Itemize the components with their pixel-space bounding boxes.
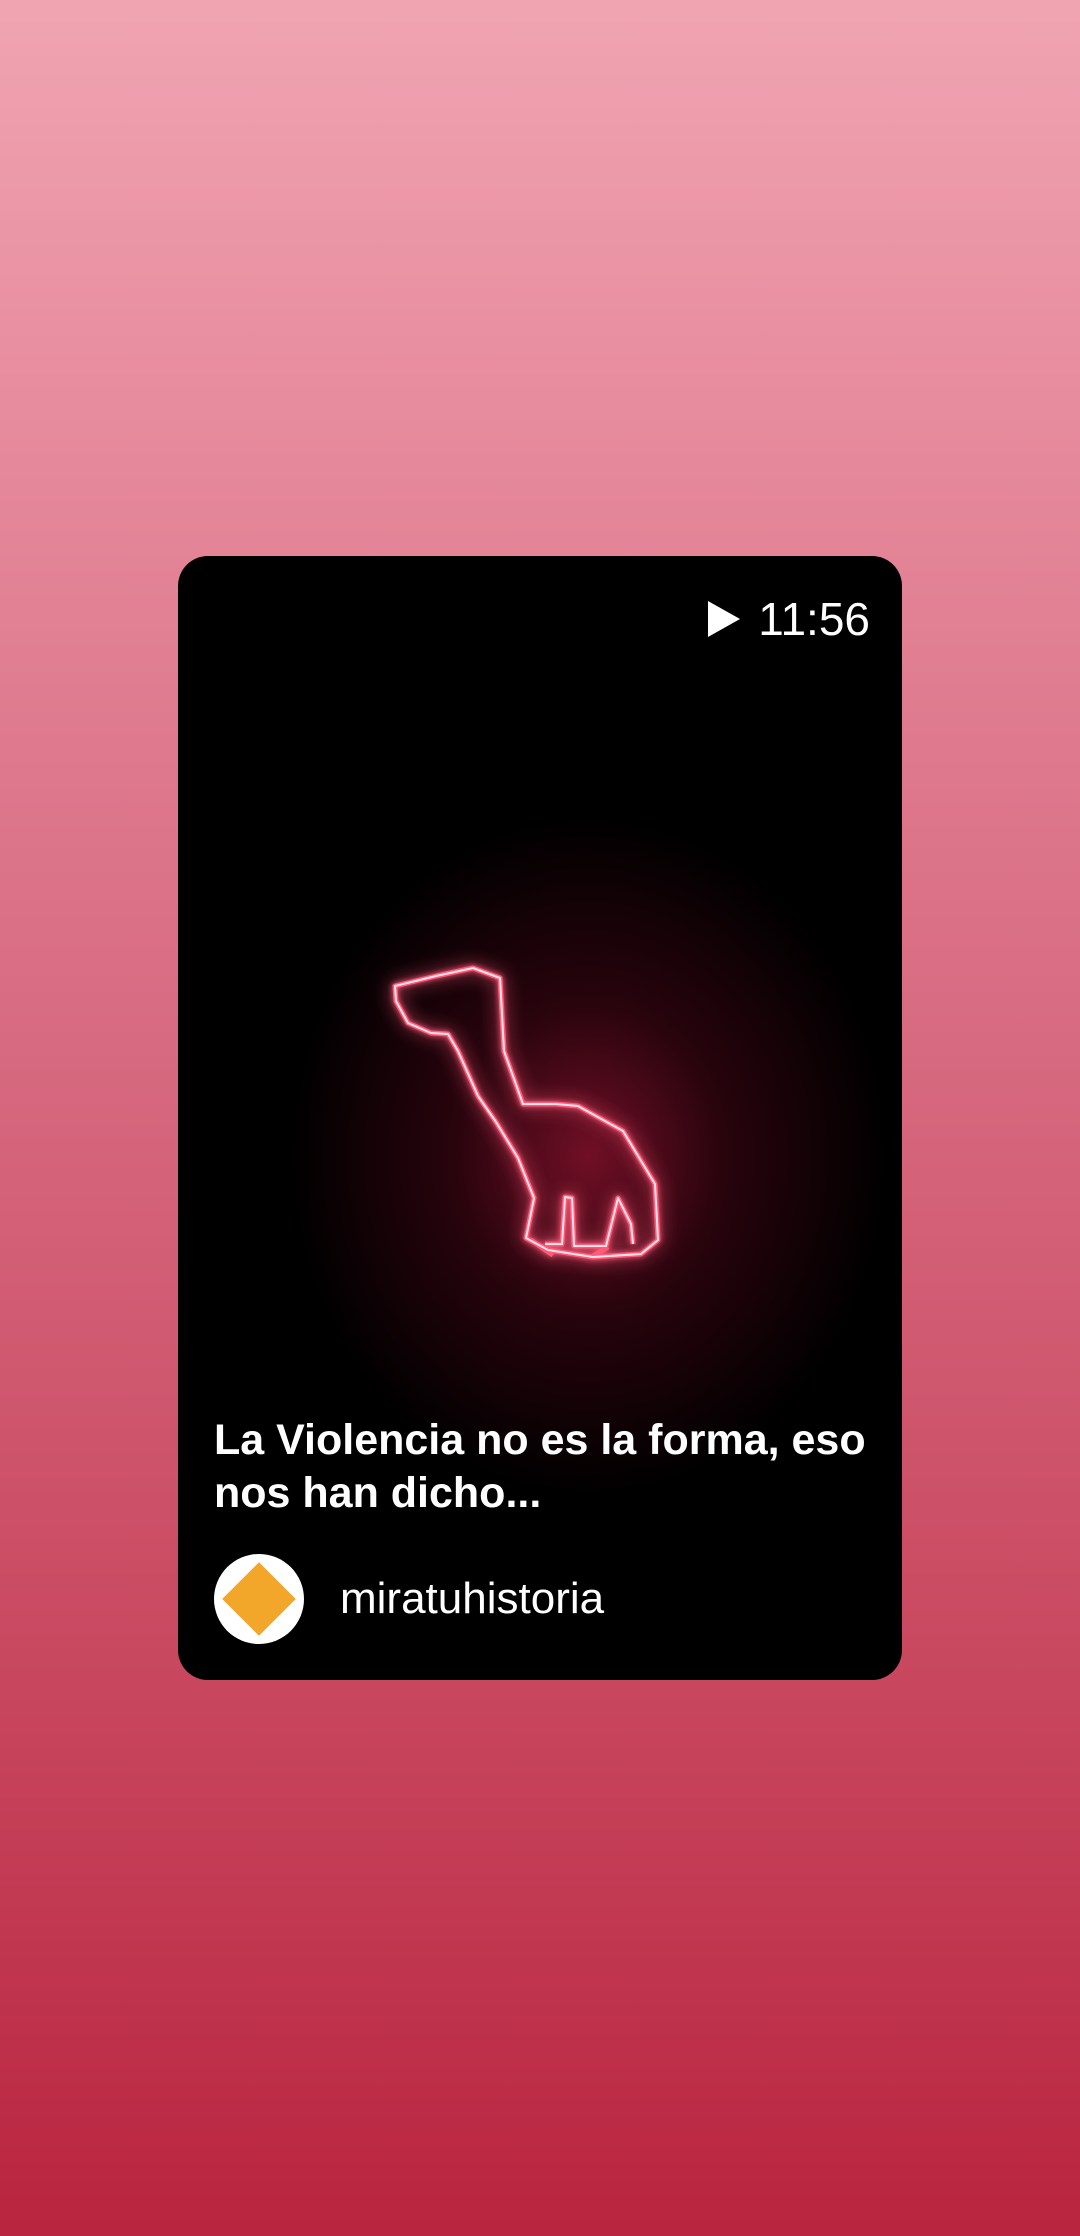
video-card[interactable]: 11:56 La Violencia no es la forma, eso n… (178, 556, 902, 1680)
video-title: La Violencia no es la forma, eso nos han… (214, 1416, 866, 1517)
play-icon (708, 601, 741, 637)
video-duration-badge: 11:56 (708, 592, 870, 646)
mira-tu-historia-logo-icon (222, 1562, 296, 1636)
author-row[interactable]: miratuhistoria (214, 1554, 604, 1644)
author-name[interactable]: miratuhistoria (340, 1574, 604, 1624)
author-avatar[interactable] (214, 1554, 304, 1644)
duration-text: 11:56 (758, 593, 870, 645)
